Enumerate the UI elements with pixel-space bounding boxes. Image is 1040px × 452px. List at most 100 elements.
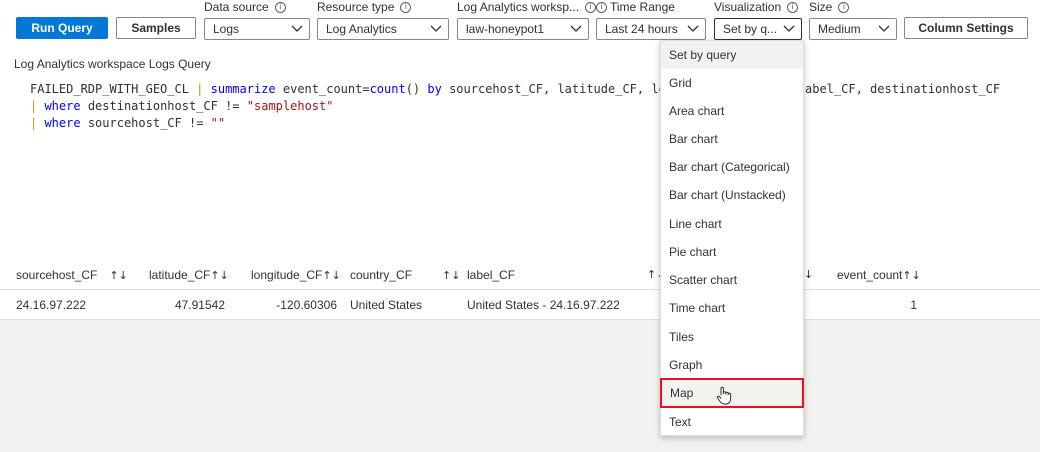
- info-icon: i: [596, 1, 607, 13]
- query-title: Log Analytics workspace Logs Query: [14, 57, 211, 71]
- menu-item-tiles[interactable]: Tiles: [661, 323, 803, 351]
- menu-item-map-label: Map: [670, 386, 694, 400]
- column-header-longitude[interactable]: longitude_CF↑↓: [251, 268, 341, 282]
- sort-icon[interactable]: ↓: [804, 268, 813, 281]
- column-header-event-count[interactable]: event_count↑↓: [837, 268, 921, 282]
- menu-item-bar-chart-categorical[interactable]: Bar chart (Categorical): [661, 153, 803, 181]
- chevron-down-icon: [878, 25, 890, 32]
- visualization-value: Set by q...: [723, 22, 778, 36]
- column-header-sourcehost[interactable]: sourcehost_CF ↑↓: [16, 268, 128, 282]
- sort-icon[interactable]: ↑↓: [442, 269, 460, 282]
- results-empty-area: [0, 320, 1040, 452]
- workspace-label: Log Analytics worksp... i: [457, 0, 597, 14]
- code-token: FAILED_RDP_WITH_GEO_CL: [30, 82, 197, 96]
- cell-country: United States: [350, 298, 423, 312]
- run-query-button[interactable]: Run Query: [16, 17, 108, 39]
- code-token: summarize: [203, 82, 276, 96]
- info-icon: i: [274, 1, 286, 13]
- code-token: where: [37, 99, 81, 113]
- menu-item-line-chart[interactable]: Line chart: [661, 210, 803, 238]
- time-range-value: Last 24 hours: [605, 22, 678, 36]
- cell-longitude: -120.60306: [276, 298, 337, 312]
- menu-item-pie-chart[interactable]: Pie chart: [661, 238, 803, 266]
- query-line-1: FAILED_RDP_WITH_GEO_CL | summarize event…: [30, 82, 702, 96]
- menu-item-map[interactable]: Map: [660, 378, 804, 408]
- code-token: "samplehost": [246, 99, 334, 113]
- data-source-value: Logs: [213, 22, 240, 36]
- column-header-latitude[interactable]: latitude_CF↑↓: [149, 268, 229, 282]
- size-value: Medium: [818, 22, 861, 36]
- menu-item-time-chart[interactable]: Time chart: [661, 294, 803, 322]
- visualization-label: Visualization i: [714, 0, 799, 14]
- workspace-select[interactable]: law-honeypot1: [457, 18, 589, 40]
- header-label: event_count: [837, 268, 903, 282]
- workspace-value: law-honeypot1: [466, 22, 545, 36]
- code-token: (): [405, 82, 428, 96]
- code-token: where: [37, 116, 81, 130]
- visualization-dropdown-menu: Set by query Grid Area chart Bar chart B…: [660, 40, 804, 436]
- resource-type-label: Resource type i: [317, 0, 412, 14]
- cell-event-count: 1: [910, 298, 917, 312]
- info-icon: i: [585, 1, 597, 13]
- code-token: by: [427, 82, 442, 96]
- sort-icon[interactable]: ↑↓: [109, 269, 127, 282]
- samples-button[interactable]: Samples: [116, 17, 196, 39]
- time-range-label: i Time Range: [596, 0, 675, 14]
- chevron-down-icon: [570, 25, 582, 32]
- menu-item-area-chart[interactable]: Area chart: [661, 97, 803, 125]
- column-header-country[interactable]: country_CF ↑↓: [350, 268, 460, 282]
- header-label: sourcehost_CF: [16, 268, 98, 282]
- code-token: destinationhost_CF !=: [80, 99, 247, 113]
- info-icon: i: [787, 1, 799, 13]
- chevron-down-icon: [687, 25, 699, 32]
- time-range-label-text: Time Range: [610, 0, 675, 14]
- chevron-down-icon: [291, 25, 303, 32]
- menu-item-scatter-chart[interactable]: Scatter chart: [661, 266, 803, 294]
- cell-sourcehost: 24.16.97.222: [16, 298, 87, 312]
- data-source-label-text: Data source: [204, 0, 269, 14]
- menu-item-bar-chart[interactable]: Bar chart: [661, 125, 803, 153]
- menu-item-grid[interactable]: Grid: [661, 69, 803, 97]
- resource-type-value: Log Analytics: [326, 22, 397, 36]
- menu-item-bar-chart-unstacked[interactable]: Bar chart (Unstacked): [661, 181, 803, 209]
- resource-type-label-text: Resource type: [317, 0, 395, 14]
- menu-item-set-by-query[interactable]: Set by query: [661, 41, 803, 69]
- resource-type-select[interactable]: Log Analytics: [317, 18, 449, 40]
- size-select[interactable]: Medium: [809, 18, 897, 40]
- header-label: latitude_CF: [149, 268, 211, 282]
- cell-latitude: 47.91542: [174, 298, 225, 312]
- query-line-3: | where sourcehost_CF != "": [30, 116, 225, 130]
- header-label: label_CF: [467, 268, 516, 282]
- code-token: sourcehost_CF !=: [80, 116, 211, 130]
- size-label: Size i: [809, 0, 850, 14]
- table-header-divider: [0, 289, 1040, 290]
- column-header-label[interactable]: label_CF: [467, 268, 515, 282]
- info-icon: i: [838, 1, 850, 13]
- size-label-text: Size: [809, 0, 833, 14]
- header-label: country_CF: [350, 268, 413, 282]
- visualization-label-text: Visualization: [714, 0, 782, 14]
- menu-item-text[interactable]: Text: [661, 408, 803, 436]
- sort-icon[interactable]: ↑↓: [902, 269, 920, 282]
- time-range-select[interactable]: Last 24 hours: [596, 18, 706, 40]
- chevron-down-icon: [430, 25, 442, 32]
- query-editor[interactable]: FAILED_RDP_WITH_GEO_CL | summarize event…: [14, 80, 1034, 240]
- query-line-1-tail: abel_CF, destinationhost_CF: [805, 82, 1001, 96]
- code-token: "": [210, 116, 226, 130]
- code-token: event_count=: [275, 82, 370, 96]
- menu-item-graph[interactable]: Graph: [661, 351, 803, 379]
- query-line-2: | where destinationhost_CF != "samplehos…: [30, 99, 333, 113]
- header-label: longitude_CF: [251, 268, 323, 282]
- data-source-select[interactable]: Logs: [204, 18, 310, 40]
- workspace-label-text: Log Analytics worksp...: [457, 0, 580, 14]
- visualization-select[interactable]: Set by q...: [714, 18, 802, 40]
- column-settings-button[interactable]: Column Settings: [904, 17, 1028, 39]
- cell-label: United States - 24.16.97.222: [467, 298, 620, 312]
- sort-icon[interactable]: ↑↓: [210, 269, 228, 282]
- sort-icon[interactable]: ↑↓: [322, 269, 340, 282]
- code-token: count: [369, 82, 406, 96]
- chevron-down-icon: [783, 25, 795, 32]
- hand-cursor-icon: [716, 386, 732, 405]
- data-source-label: Data source i: [204, 0, 286, 14]
- info-icon: i: [400, 1, 412, 13]
